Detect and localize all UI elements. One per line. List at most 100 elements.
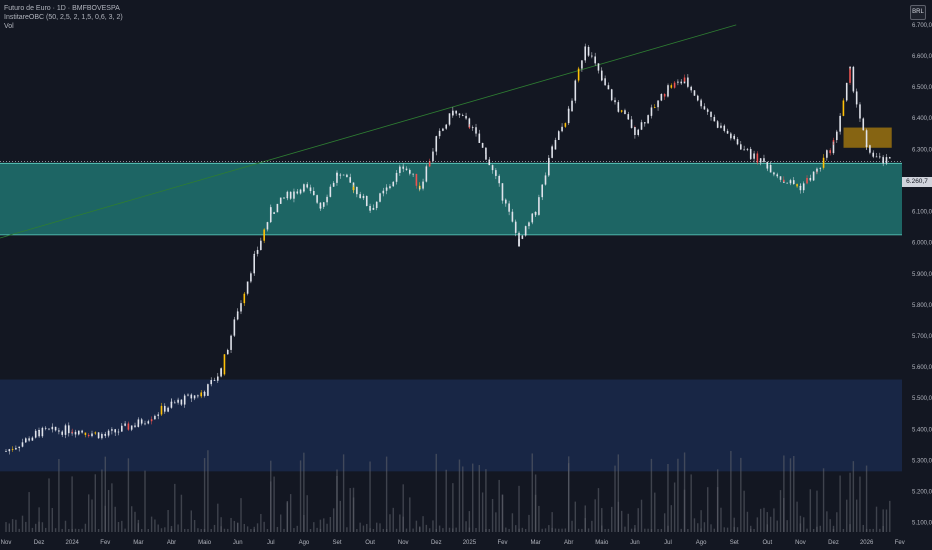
candle[interactable]: [81, 430, 83, 433]
candle[interactable]: [663, 93, 666, 97]
candle[interactable]: [58, 430, 60, 432]
candle[interactable]: [326, 196, 328, 203]
candle[interactable]: [34, 430, 37, 438]
candle[interactable]: [511, 211, 514, 222]
candle[interactable]: [554, 139, 557, 150]
candle[interactable]: [495, 170, 497, 176]
candle[interactable]: [528, 222, 530, 227]
candle[interactable]: [653, 107, 656, 109]
candle[interactable]: [796, 184, 798, 187]
candle[interactable]: [124, 423, 126, 426]
candle[interactable]: [647, 115, 649, 124]
candle[interactable]: [673, 82, 676, 88]
candle[interactable]: [236, 311, 239, 314]
price-chart[interactable]: 6.700,06.600,06.500,06.400,06.300,06.200…: [0, 0, 932, 550]
candle[interactable]: [630, 119, 633, 128]
candle[interactable]: [730, 133, 732, 139]
candle[interactable]: [624, 110, 626, 115]
volume-legend[interactable]: Vol: [4, 22, 123, 31]
candle[interactable]: [230, 335, 232, 350]
candle[interactable]: [84, 432, 87, 435]
candle[interactable]: [78, 430, 80, 435]
candle[interactable]: [505, 199, 507, 204]
candle[interactable]: [270, 207, 272, 214]
candle[interactable]: [399, 166, 401, 173]
candle[interactable]: [607, 85, 610, 90]
candle[interactable]: [154, 415, 156, 420]
candle[interactable]: [670, 85, 673, 88]
candle[interactable]: [544, 175, 547, 185]
candle[interactable]: [38, 430, 40, 437]
candle[interactable]: [405, 168, 408, 170]
candle[interactable]: [677, 81, 679, 83]
candle[interactable]: [481, 142, 484, 148]
candle[interactable]: [8, 449, 11, 452]
candle[interactable]: [749, 148, 752, 159]
candle[interactable]: [749, 158, 752, 160]
candle[interactable]: [147, 421, 150, 424]
candle[interactable]: [574, 80, 577, 101]
candle[interactable]: [759, 158, 762, 163]
candle[interactable]: [806, 177, 808, 184]
candle[interactable]: [733, 135, 736, 140]
candle[interactable]: [203, 392, 206, 396]
candle[interactable]: [51, 426, 54, 430]
candle[interactable]: [852, 66, 855, 92]
candle[interactable]: [140, 419, 143, 424]
candle[interactable]: [743, 149, 745, 151]
candle[interactable]: [723, 125, 726, 131]
candle[interactable]: [475, 127, 477, 134]
candle[interactable]: [260, 240, 262, 250]
candle[interactable]: [779, 176, 782, 180]
candle[interactable]: [395, 172, 398, 182]
candle[interactable]: [548, 157, 550, 176]
candle[interactable]: [789, 180, 792, 184]
candle[interactable]: [720, 125, 722, 128]
candle[interactable]: [458, 113, 461, 116]
candle[interactable]: [816, 168, 818, 172]
candle[interactable]: [455, 110, 457, 114]
candle[interactable]: [309, 187, 312, 191]
candle[interactable]: [836, 131, 838, 141]
candle[interactable]: [190, 394, 193, 399]
candle[interactable]: [501, 199, 504, 201]
candle[interactable]: [111, 429, 113, 431]
candle[interactable]: [584, 46, 587, 48]
candle[interactable]: [498, 175, 500, 184]
candle[interactable]: [812, 171, 815, 181]
candle[interactable]: [829, 150, 831, 154]
candle[interactable]: [577, 68, 580, 81]
candle[interactable]: [826, 150, 828, 158]
candle[interactable]: [667, 85, 669, 91]
candle[interactable]: [438, 130, 441, 137]
candle[interactable]: [422, 181, 424, 189]
candle[interactable]: [114, 429, 117, 433]
candle[interactable]: [273, 212, 275, 214]
candle[interactable]: [193, 395, 196, 399]
candle[interactable]: [716, 122, 719, 128]
candle[interactable]: [319, 206, 322, 209]
candle[interactable]: [551, 146, 553, 150]
candle[interactable]: [591, 55, 593, 57]
candle[interactable]: [107, 430, 110, 436]
candle[interactable]: [362, 195, 365, 199]
candle[interactable]: [283, 197, 285, 199]
candle[interactable]: [534, 212, 537, 215]
candle[interactable]: [567, 108, 570, 112]
candle[interactable]: [144, 423, 146, 425]
candle[interactable]: [389, 186, 391, 189]
candle[interactable]: [465, 115, 467, 119]
candle[interactable]: [121, 425, 123, 432]
candle[interactable]: [869, 145, 871, 153]
candle[interactable]: [769, 164, 772, 173]
candle[interactable]: [303, 184, 305, 192]
candle[interactable]: [885, 157, 888, 164]
candle[interactable]: [865, 145, 868, 147]
candle[interactable]: [48, 428, 50, 430]
currency-button[interactable]: BRL: [910, 5, 926, 20]
candle[interactable]: [342, 174, 345, 176]
candle[interactable]: [690, 86, 692, 91]
candle[interactable]: [756, 153, 759, 163]
candle[interactable]: [233, 319, 236, 336]
candle[interactable]: [845, 82, 848, 101]
